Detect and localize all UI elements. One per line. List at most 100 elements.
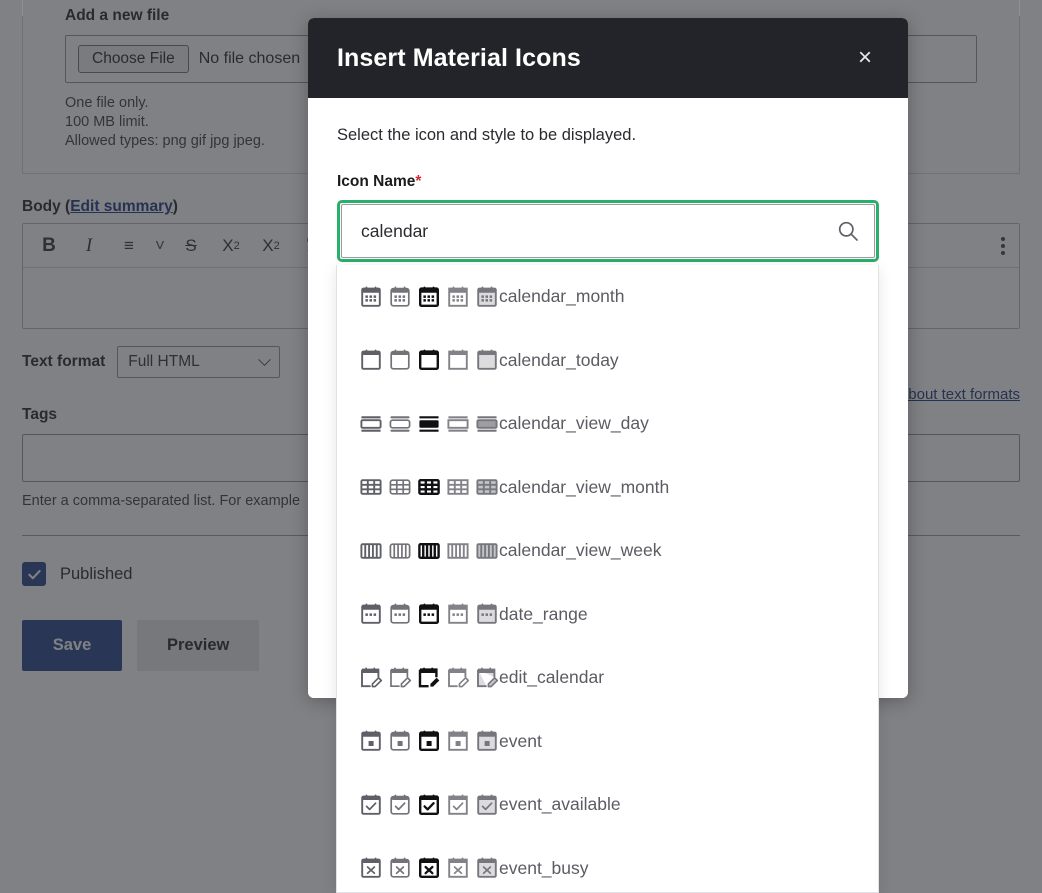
material-icon[interactable] — [475, 793, 499, 817]
autocomplete-item-event_busy[interactable]: event_busy — [337, 837, 878, 893]
material-icon[interactable] — [475, 539, 499, 563]
material-icon[interactable] — [446, 856, 470, 880]
material-icon[interactable] — [359, 285, 383, 309]
event_busy-rounded-icon[interactable] — [388, 856, 412, 880]
event_busy-sharp-icon[interactable] — [446, 856, 470, 880]
close-icon[interactable]: × — [850, 40, 880, 76]
material-icon[interactable] — [475, 285, 499, 309]
calendar_view_week-filled-icon[interactable] — [417, 539, 441, 563]
event-rounded-icon[interactable] — [388, 729, 412, 753]
material-icon[interactable] — [446, 348, 470, 372]
date_range-two-tone-icon[interactable] — [475, 602, 499, 626]
material-icon[interactable] — [388, 602, 412, 626]
date_range-sharp-icon[interactable] — [446, 602, 470, 626]
material-icon[interactable] — [446, 539, 470, 563]
material-icon[interactable] — [417, 285, 441, 309]
calendar_view_month-rounded-icon[interactable] — [388, 475, 412, 499]
calendar_view_day-two-tone-icon[interactable] — [475, 412, 499, 436]
edit_calendar-outlined-icon[interactable] — [359, 666, 383, 690]
material-icon[interactable] — [446, 412, 470, 436]
material-icon[interactable] — [359, 539, 383, 563]
autocomplete-item-date_range[interactable]: date_range — [337, 583, 878, 647]
calendar_today-sharp-icon[interactable] — [446, 348, 470, 372]
event_available-two-tone-icon[interactable] — [475, 793, 499, 817]
material-icon[interactable] — [388, 793, 412, 817]
calendar_view_week-sharp-icon[interactable] — [446, 539, 470, 563]
material-icon[interactable] — [388, 856, 412, 880]
calendar_view_day-sharp-icon[interactable] — [446, 412, 470, 436]
autocomplete-item-calendar_view_week[interactable]: calendar_view_week — [337, 519, 878, 583]
material-icon[interactable] — [359, 729, 383, 753]
calendar_view_month-two-tone-icon[interactable] — [475, 475, 499, 499]
event-two-tone-icon[interactable] — [475, 729, 499, 753]
material-icon[interactable] — [388, 475, 412, 499]
icon-autocomplete-dropdown[interactable]: calendar_monthcalendar_todaycalendar_vie… — [336, 265, 879, 893]
autocomplete-item-calendar_today[interactable]: calendar_today — [337, 329, 878, 393]
autocomplete-item-calendar_view_day[interactable]: calendar_view_day — [337, 392, 878, 456]
icon-name-field[interactable] — [341, 204, 875, 258]
calendar_view_month-filled-icon[interactable] — [417, 475, 441, 499]
calendar_view_day-outlined-icon[interactable] — [359, 412, 383, 436]
calendar_view_week-outlined-icon[interactable] — [359, 539, 383, 563]
material-icon[interactable] — [388, 348, 412, 372]
calendar_month-sharp-icon[interactable] — [446, 285, 470, 309]
search-input[interactable] — [359, 220, 836, 243]
autocomplete-item-event[interactable]: event — [337, 710, 878, 774]
calendar_today-outlined-icon[interactable] — [359, 348, 383, 372]
autocomplete-item-calendar_month[interactable]: calendar_month — [337, 265, 878, 329]
material-icon[interactable] — [417, 539, 441, 563]
date_range-outlined-icon[interactable] — [359, 602, 383, 626]
material-icon[interactable] — [475, 729, 499, 753]
material-icon[interactable] — [446, 602, 470, 626]
material-icon[interactable] — [359, 475, 383, 499]
material-icon[interactable] — [417, 348, 441, 372]
material-icon[interactable] — [388, 285, 412, 309]
material-icon[interactable] — [446, 729, 470, 753]
event_available-sharp-icon[interactable] — [446, 793, 470, 817]
calendar_month-outlined-icon[interactable] — [359, 285, 383, 309]
material-icon[interactable] — [359, 856, 383, 880]
material-icon[interactable] — [417, 475, 441, 499]
material-icon[interactable] — [417, 793, 441, 817]
material-icon[interactable] — [388, 666, 412, 690]
edit_calendar-sharp-icon[interactable] — [446, 666, 470, 690]
material-icon[interactable] — [388, 729, 412, 753]
edit_calendar-rounded-icon[interactable] — [388, 666, 412, 690]
date_range-filled-icon[interactable] — [417, 602, 441, 626]
calendar_view_week-rounded-icon[interactable] — [388, 539, 412, 563]
material-icon[interactable] — [359, 793, 383, 817]
calendar_today-rounded-icon[interactable] — [388, 348, 412, 372]
material-icon[interactable] — [475, 666, 499, 690]
autocomplete-item-edit_calendar[interactable]: edit_calendar — [337, 646, 878, 710]
material-icon[interactable] — [417, 666, 441, 690]
material-icon[interactable] — [359, 412, 383, 436]
calendar_view_week-two-tone-icon[interactable] — [475, 539, 499, 563]
material-icon[interactable] — [475, 856, 499, 880]
material-icon[interactable] — [446, 285, 470, 309]
material-icon[interactable] — [417, 729, 441, 753]
material-icon[interactable] — [388, 412, 412, 436]
material-icon[interactable] — [417, 856, 441, 880]
material-icon[interactable] — [446, 475, 470, 499]
autocomplete-item-event_available[interactable]: event_available — [337, 773, 878, 837]
event-outlined-icon[interactable] — [359, 729, 383, 753]
date_range-rounded-icon[interactable] — [388, 602, 412, 626]
calendar_view_day-rounded-icon[interactable] — [388, 412, 412, 436]
material-icon[interactable] — [446, 666, 470, 690]
calendar_today-filled-icon[interactable] — [417, 348, 441, 372]
event_available-rounded-icon[interactable] — [388, 793, 412, 817]
material-icon[interactable] — [417, 602, 441, 626]
event_busy-filled-icon[interactable] — [417, 856, 441, 880]
autocomplete-item-calendar_view_month[interactable]: calendar_view_month — [337, 456, 878, 520]
event_available-filled-icon[interactable] — [417, 793, 441, 817]
material-icon[interactable] — [446, 793, 470, 817]
edit_calendar-filled-icon[interactable] — [417, 666, 441, 690]
material-icon[interactable] — [359, 348, 383, 372]
event_available-outlined-icon[interactable] — [359, 793, 383, 817]
edit_calendar-two-tone-icon[interactable] — [475, 666, 499, 690]
material-icon[interactable] — [475, 412, 499, 436]
calendar_today-two-tone-icon[interactable] — [475, 348, 499, 372]
calendar_view_month-outlined-icon[interactable] — [359, 475, 383, 499]
calendar_month-filled-icon[interactable] — [417, 285, 441, 309]
material-icon[interactable] — [417, 412, 441, 436]
